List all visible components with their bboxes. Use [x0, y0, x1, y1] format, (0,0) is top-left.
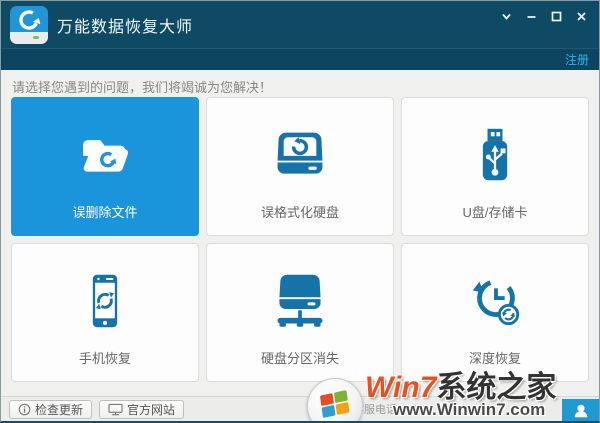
tile-deleted-files[interactable]: 误删除文件: [11, 97, 199, 236]
deep-recover-icon: [464, 270, 526, 332]
check-update-label: 检查更新: [35, 401, 83, 418]
register-link[interactable]: 注册: [565, 51, 589, 68]
check-update-button[interactable]: 检查更新: [9, 400, 92, 419]
tile-phone-recovery[interactable]: 手机恢复: [11, 243, 199, 382]
menu-chevron-icon[interactable]: [497, 7, 516, 25]
minimize-button[interactable]: [522, 7, 541, 25]
app-window: 万能数据恢复大师 注册 请选择您遇到的问题，我们将竭诚为您解决！: [0, 0, 600, 423]
tile-label: 误格式化硬盘: [261, 202, 339, 221]
disk-format-icon: [270, 124, 330, 186]
tile-label: 硬盘分区消失: [261, 348, 339, 367]
tile-formatted-disk[interactable]: 误格式化硬盘: [206, 97, 394, 236]
service-phone-text: 客服电话：400-: [353, 401, 430, 417]
monitor-icon: [108, 403, 123, 416]
app-title: 万能数据恢复大师: [57, 13, 193, 37]
disk-partition-icon: [270, 270, 330, 332]
prompt-text: 请选择您遇到的问题，我们将竭诚为您解决！: [12, 77, 272, 96]
close-button[interactable]: [572, 7, 591, 25]
official-site-label: 官方网站: [127, 401, 175, 418]
folder-recover-icon: [75, 124, 135, 186]
tile-deep-recovery[interactable]: 深度恢复: [401, 243, 589, 382]
title-bar: 万能数据恢复大师: [1, 1, 599, 48]
info-icon: [18, 403, 31, 416]
usb-drive-icon: [465, 124, 525, 186]
sub-strip: 注册: [1, 48, 599, 70]
tiles-grid: 误删除文件 误格式化硬盘: [11, 97, 589, 382]
tile-usb-storage[interactable]: U盘/存储卡: [401, 97, 589, 236]
tile-label: U盘/存储卡: [462, 202, 527, 221]
tile-label: 手机恢复: [79, 348, 131, 367]
official-site-button[interactable]: 官方网站: [99, 400, 184, 419]
tile-lost-partition[interactable]: 硬盘分区消失: [206, 243, 394, 382]
app-logo-icon: [10, 6, 48, 44]
phone-recover-icon: [75, 270, 135, 332]
maximize-button[interactable]: [547, 7, 566, 25]
tile-label: 误删除文件: [72, 202, 137, 221]
tile-label: 深度恢复: [469, 348, 521, 367]
bottom-bar: 检查更新 官方网站 客服电话：400-: [1, 396, 599, 421]
